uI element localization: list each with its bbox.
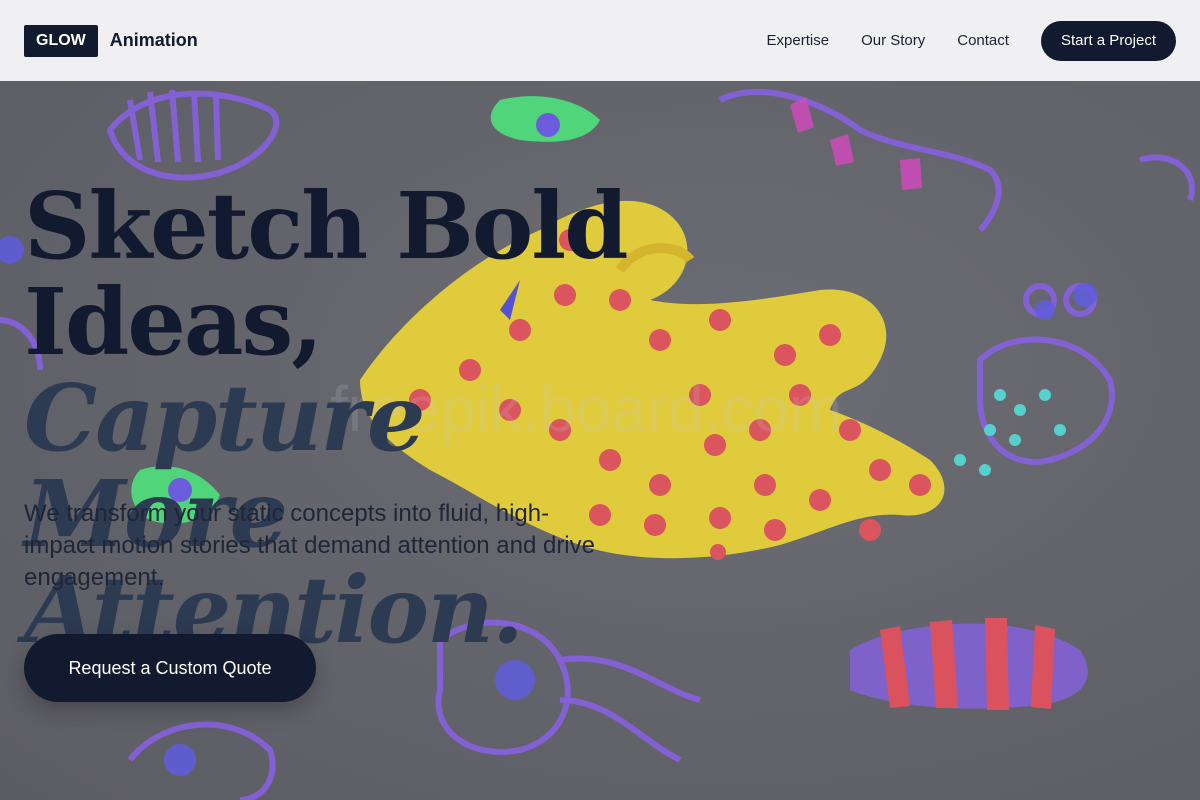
logo-badge[interactable]: GLOW [24,24,98,57]
nav-link-expertise[interactable]: Expertise [767,32,830,49]
headline-italic-1: Capture [24,364,426,472]
request-quote-button[interactable]: Request a Custom Quote [24,634,316,702]
nav-link-our-story[interactable]: Our Story [861,32,925,49]
start-project-button[interactable]: Start a Project [1040,20,1176,61]
logo-text[interactable]: Animation [110,30,198,51]
nav-link-contact[interactable]: Contact [957,32,1009,49]
main-nav: Expertise Our Story Contact Start a Proj… [767,20,1176,61]
hero-subtext: We transform your static concepts into f… [24,500,595,591]
site-header: GLOW Animation Expertise Our Story Conta… [0,0,1200,81]
headline-plain: Sketch Bold Ideas, [24,172,629,376]
